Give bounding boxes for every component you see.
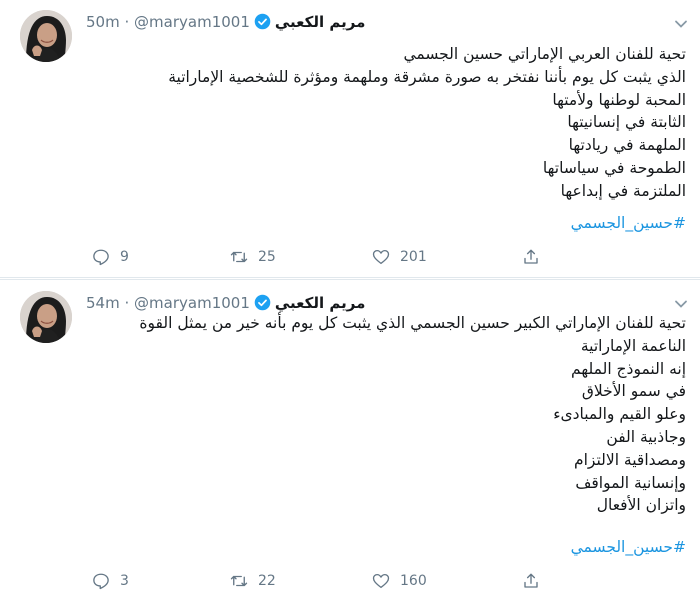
retweet-button[interactable]: 25 (230, 245, 276, 269)
tweet-time[interactable]: 50m (86, 13, 120, 31)
avatar[interactable] (20, 291, 72, 343)
tweet-line: الثابتة في إنسانيتها (567, 113, 686, 132)
chevron-down-icon[interactable] (674, 296, 688, 310)
tweet-line: وجاذبية الفن (606, 427, 686, 446)
reply-icon (93, 573, 109, 590)
tweet-line: المحبة لوطنها ولأمتها (552, 90, 686, 109)
author-handle[interactable]: @maryam1001 (134, 294, 250, 312)
tweet-actions: 3 22 160 (0, 569, 700, 593)
reply-count: 3 (120, 573, 129, 589)
avatar[interactable] (20, 10, 72, 62)
avatar-image (20, 10, 72, 62)
retweet-count: 25 (258, 249, 276, 265)
like-count: 201 (400, 249, 427, 265)
avatar-image (20, 291, 72, 343)
retweet-icon (230, 575, 248, 587)
reply-button[interactable]: 9 (92, 245, 129, 269)
tweet-time[interactable]: 54m (86, 294, 120, 312)
tweet-line: الملهمة في ريادتها (568, 136, 686, 155)
tweet-line: تحية للفنان الإماراتي الكبير حسين الجسمي… (139, 314, 686, 332)
heart-icon (372, 573, 390, 589)
share-button[interactable] (522, 569, 540, 593)
tweet[interactable]: مريم الكعبي @maryam1001 · 50m تحية للفنان… (0, 0, 700, 278)
share-button[interactable] (522, 245, 540, 269)
tweet-line: وعلو القيم والمبادىء (553, 405, 686, 424)
tweet-line: ومصداقية الالتزام (574, 450, 686, 469)
tweet-feed: مريم الكعبي @maryam1001 · 50m تحية للفنان… (0, 0, 700, 600)
reply-count: 9 (120, 249, 129, 265)
tweet-line: الطموحة في سياساتها (542, 158, 686, 177)
tweet-line: وإنسانية المواقف (575, 473, 686, 492)
retweet-button[interactable]: 22 (230, 569, 276, 593)
separator-dot: · (124, 13, 130, 31)
tweet-line: الذي يثبت كل يوم بأننا نفتخر به صورة مشر… (168, 67, 686, 86)
tweet[interactable]: مريم الكعبي @maryam1001 · 54m تحية للفنان… (0, 279, 700, 600)
like-count: 160 (400, 573, 427, 589)
like-button[interactable]: 160 (372, 569, 427, 593)
tweet-line: تحية للفنان العربي الإماراتي حسين الجسمي (403, 45, 686, 63)
tweet-text: تحية للفنان الإماراتي الكبير حسين الجسمي… (139, 312, 686, 517)
tweet-line: إنه النموذج الملهم (571, 359, 686, 378)
heart-icon (372, 249, 390, 265)
tweet-actions: 9 25 201 (0, 245, 700, 269)
tweet-line: الملتزمة في إبداعها (560, 181, 686, 200)
verified-badge-icon (254, 13, 271, 34)
separator-dot: · (124, 294, 130, 312)
tweet-header: مريم الكعبي @maryam1001 · 50m (86, 13, 365, 34)
tweet-line: الناعمة الإماراتية (580, 336, 686, 355)
hashtag-link[interactable]: #حسين_الجسمي (571, 538, 686, 556)
author-handle[interactable]: @maryam1001 (134, 13, 250, 31)
author-name[interactable]: مريم الكعبي (275, 294, 366, 312)
tweet-line: في سمو الأخلاق (581, 382, 686, 401)
retweet-count: 22 (258, 573, 276, 589)
like-button[interactable]: 201 (372, 245, 427, 269)
retweet-icon (230, 251, 248, 263)
reply-icon (93, 249, 109, 266)
chevron-down-icon[interactable] (674, 16, 688, 30)
share-icon (524, 573, 538, 588)
tweet-line: واتزان الأفعال (596, 496, 686, 515)
author-name[interactable]: مريم الكعبي (275, 13, 366, 31)
share-icon (524, 249, 538, 264)
reply-button[interactable]: 3 (92, 569, 129, 593)
hashtag-link[interactable]: #حسين_الجسمي (571, 214, 686, 232)
tweet-text: تحية للفنان العربي الإماراتي حسين الجسمي… (168, 43, 686, 203)
